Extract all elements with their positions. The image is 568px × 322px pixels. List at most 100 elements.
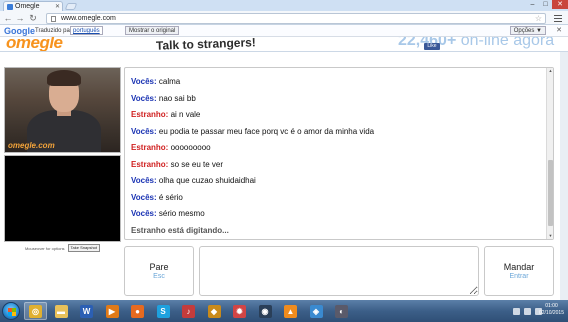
- address-bar[interactable]: www.omegle.com ☆: [46, 13, 546, 24]
- chat-scrollbar[interactable]: ▲ ▼: [546, 68, 553, 239]
- taskbar-item-app-dark[interactable]: ◐: [330, 302, 353, 320]
- blue-app-icon: ◈: [309, 304, 323, 318]
- taskbar-item-firefox[interactable]: ●: [126, 302, 149, 320]
- message-text: eu podia te passar meu face porq vc é o …: [156, 126, 375, 136]
- taskbar-item-winamp[interactable]: ◆: [203, 302, 226, 320]
- taskbar-item-word[interactable]: W: [75, 302, 98, 320]
- taskbar-item-app-orange[interactable]: ▲: [279, 302, 302, 320]
- tab-close-icon[interactable]: ✕: [55, 3, 60, 10]
- message-text: olha que cuzao shuidaidhai: [156, 176, 256, 185]
- message-text: é sério: [156, 192, 183, 202]
- taskbar-item-settings[interactable]: ✹: [228, 302, 251, 320]
- self-video: [4, 155, 121, 242]
- sender-you-label: Vocês:: [131, 209, 157, 218]
- message-text: ooooooooo: [168, 143, 211, 152]
- chat-message: Vocês: eu podia te passar meu face porq …: [131, 127, 374, 137]
- taskbar-item-media[interactable]: ♪: [177, 302, 200, 320]
- forward-arrow-icon[interactable]: →: [15, 13, 25, 23]
- bookmark-star-icon[interactable]: ☆: [535, 14, 542, 23]
- system-tray: [513, 300, 542, 322]
- dark-app-icon: ◐: [335, 304, 348, 318]
- minimize-icon[interactable]: –: [526, 0, 539, 9]
- clock-time: 01:00: [545, 303, 558, 309]
- omegle-favicon-icon: [7, 3, 13, 10]
- facebook-like-button[interactable]: Like: [424, 43, 440, 50]
- stop-button[interactable]: Pare Esc: [124, 246, 194, 296]
- omegle-logo[interactable]: omegle: [6, 37, 63, 51]
- scroll-thumb[interactable]: [548, 160, 553, 226]
- show-original-button[interactable]: Mostrar o original: [125, 26, 180, 35]
- take-snapshot-button[interactable]: Take Snapshot: [67, 244, 101, 252]
- tab-strip: Omegle ✕ – □ ✕: [0, 0, 568, 11]
- person-hair: [47, 70, 81, 86]
- start-button[interactable]: [2, 302, 20, 320]
- taskbar-item-skype[interactable]: S: [152, 302, 175, 320]
- scroll-up-icon[interactable]: ▲: [547, 68, 554, 74]
- taskbar-item-steam[interactable]: ◉: [254, 302, 277, 320]
- message-text: so se eu te ver: [168, 159, 224, 169]
- chat-message: Vocês: sério mesmo: [131, 209, 205, 219]
- windows-taskbar: ◎ ▬ W ▶ ● S ♪ ◆ ✹ ◉ ▲ ◈ ◐ 01:00 02/10/2015: [0, 300, 568, 322]
- video-watermark: omegle.com: [8, 141, 55, 150]
- translate-close-icon[interactable]: ✕: [556, 26, 562, 34]
- window-close-icon[interactable]: ✕: [552, 0, 568, 9]
- omegle-tagline: Talk to strangers!: [155, 37, 257, 52]
- word-icon: W: [80, 304, 93, 318]
- steam-icon: ◉: [258, 304, 272, 318]
- scroll-down-icon[interactable]: ▼: [547, 233, 554, 239]
- media-player-icon: ▶: [105, 304, 119, 318]
- chat-message: Vocês: nao sai bb: [131, 94, 196, 104]
- send-key-hint: Entrar: [509, 273, 529, 280]
- sender-you-label: Vocês:: [131, 93, 157, 103]
- taskbar-item-app-blue[interactable]: ◈: [305, 302, 328, 320]
- folder-icon: ▬: [54, 304, 68, 318]
- window-controls: – □ ✕: [526, 0, 568, 9]
- omegle-header: omegle Talk to strangers! 22,460+ on-lin…: [0, 37, 568, 52]
- chat-message: Vocês: calma: [131, 77, 180, 87]
- browser-tab[interactable]: Omegle ✕: [3, 1, 63, 11]
- message-text: ai n vale: [168, 110, 201, 119]
- taskbar-item-vlc-player[interactable]: ▶: [101, 302, 124, 320]
- message-input[interactable]: [199, 246, 479, 296]
- sender-stranger-label: Estranho:: [131, 159, 169, 169]
- chat-message: Vocês: olha que cuzao shuidaidhai: [131, 176, 256, 186]
- chat-message: Estranho: ai n vale: [131, 110, 200, 120]
- message-text: calma: [156, 77, 181, 86]
- tray-flag-icon[interactable]: [513, 307, 520, 315]
- new-tab-button[interactable]: [64, 3, 78, 10]
- sender-you-label: Vocês:: [131, 176, 157, 185]
- orange-app-icon: ▲: [284, 304, 297, 318]
- browser-menu-icon[interactable]: [553, 13, 563, 23]
- browser-toolbar: ← → ↻ www.omegle.com ☆: [0, 11, 568, 25]
- tab-title: Omegle: [15, 3, 40, 10]
- firefox-icon: ●: [131, 304, 144, 318]
- tray-network-icon[interactable]: [524, 307, 531, 315]
- chat-log[interactable]: Vocês: calma Vocês: nao sai bb Estranho: a…: [124, 67, 554, 240]
- send-button[interactable]: Mandar Entrar: [484, 246, 554, 296]
- back-arrow-icon[interactable]: ←: [3, 13, 13, 23]
- sender-stranger-label: Estranho:: [131, 143, 169, 152]
- chat-message: Estranho: so se eu te ver: [131, 160, 223, 170]
- chat-message: Estranho: ooooooooo: [131, 143, 211, 153]
- online-count: 22,460+ on-line agora: [398, 37, 554, 50]
- sender-you-label: Vocês:: [131, 126, 157, 136]
- taskbar-item-explorer[interactable]: ▬: [50, 302, 73, 320]
- music-icon: ♪: [182, 304, 195, 318]
- sender-you-label: Vocês:: [131, 192, 157, 202]
- maximize-icon[interactable]: □: [539, 0, 552, 9]
- system-clock[interactable]: 01:00 02/10/2015: [539, 303, 564, 317]
- google-logo: Google: [4, 26, 35, 36]
- reload-icon[interactable]: ↻: [28, 13, 38, 23]
- winamp-icon: ◆: [207, 304, 221, 318]
- taskbar-item-chrome[interactable]: ◎: [24, 302, 47, 320]
- chrome-icon: ◎: [29, 304, 42, 318]
- online-label: on-line agora: [456, 37, 555, 49]
- clock-date: 02/10/2015: [538, 310, 564, 316]
- language-select[interactable]: português: [70, 26, 103, 35]
- page-edge: [560, 52, 568, 300]
- translate-options-button[interactable]: Opções ▼: [509, 26, 546, 35]
- chat-message: Vocês: é sério: [131, 193, 183, 203]
- url-text: www.omegle.com: [61, 15, 116, 22]
- main-area: omegle.com Mouseover for options Take Sn…: [0, 52, 568, 300]
- skype-icon: S: [156, 304, 170, 318]
